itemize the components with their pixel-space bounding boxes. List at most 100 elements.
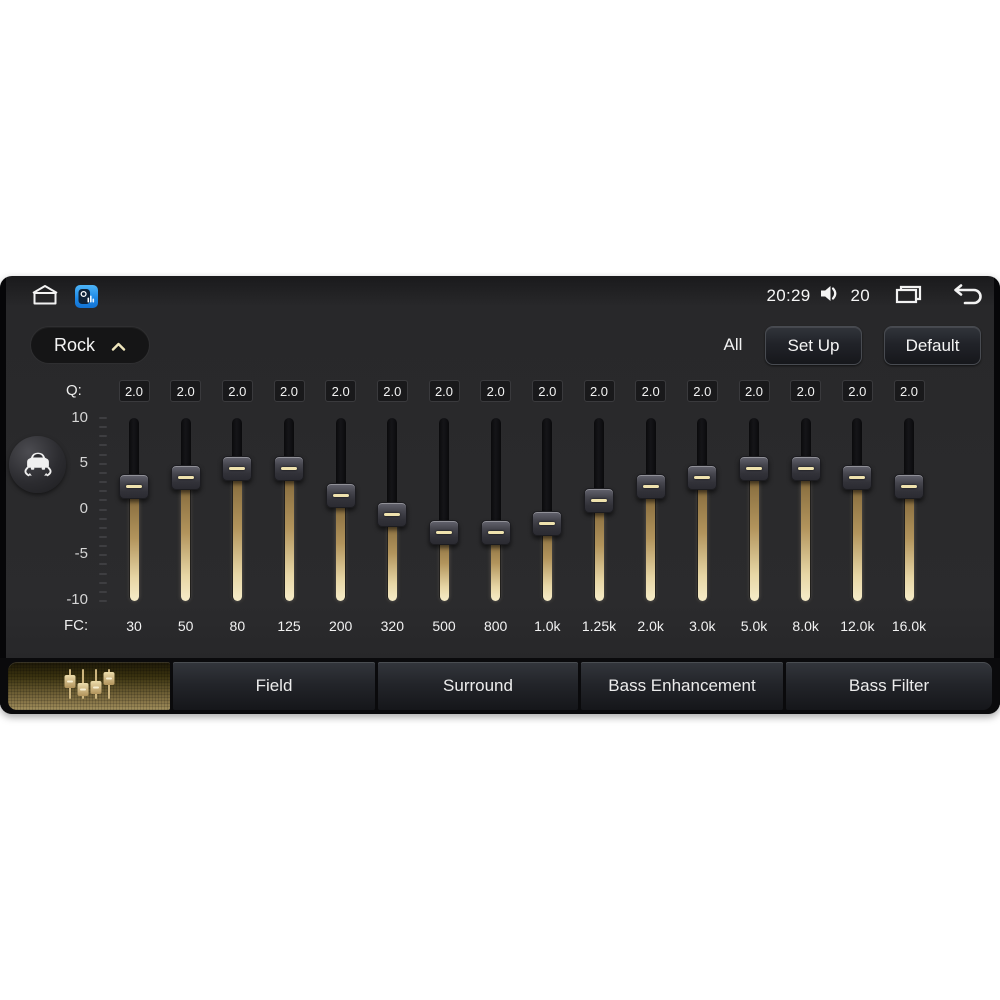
- slider-fill: [232, 468, 242, 601]
- home-icon: [28, 283, 62, 310]
- slider-handle-30[interactable]: [119, 474, 149, 500]
- band-slider-12.0k[interactable]: [832, 276, 882, 656]
- scale-tick: [99, 535, 107, 538]
- slider-handle-200[interactable]: [325, 483, 356, 509]
- scale-label-0: 0: [79, 500, 88, 517]
- freq-label-16.0k: 16.0k: [891, 618, 927, 634]
- slider-fill: [749, 468, 759, 601]
- scale-tick: [99, 471, 107, 474]
- slider-handle-800[interactable]: [480, 519, 511, 545]
- scale-tick: [99, 508, 107, 511]
- slider-handle-3.0k[interactable]: [687, 464, 718, 490]
- slider-grip: [642, 485, 659, 489]
- scale-tick: [99, 435, 107, 438]
- tab-bar: Field Surround Bass Enhancement Bass Filter: [0, 658, 1000, 714]
- scale-label-neg5: -5: [74, 545, 88, 562]
- band-slider-5.0k[interactable]: [729, 276, 779, 656]
- tab-field[interactable]: Field: [173, 662, 375, 710]
- scale-tick: [99, 600, 107, 602]
- scale-label-10: 10: [71, 409, 88, 426]
- slider-fill: [129, 486, 139, 601]
- head-unit-screen: 20:29 20 Rock All Set Up Default Q: 10 5…: [0, 276, 1000, 714]
- sound-position-car-button[interactable]: [9, 436, 66, 493]
- band-slider-50[interactable]: [161, 276, 211, 656]
- band-slider-30[interactable]: [109, 276, 159, 656]
- slider-fill: [387, 514, 397, 601]
- eq-app-button[interactable]: [75, 284, 98, 308]
- slider-grip: [539, 521, 556, 525]
- slider-grip: [436, 530, 452, 534]
- slider-handle-80[interactable]: [222, 455, 253, 481]
- tab-bass-filter[interactable]: Bass Filter: [786, 662, 992, 710]
- slider-handle-16.0k[interactable]: [894, 474, 924, 500]
- slider-grip: [901, 485, 917, 489]
- scale-label-neg10: -10: [66, 591, 88, 608]
- band-slider-320[interactable]: [367, 276, 417, 656]
- slider-fill: [594, 500, 604, 601]
- car-surround-icon: [19, 445, 57, 484]
- tab-bass-enhancement[interactable]: Bass Enhancement: [581, 662, 783, 710]
- scale-tick: [99, 444, 107, 447]
- slider-handle-1.0k[interactable]: [532, 510, 563, 536]
- slider-handle-2.0k[interactable]: [635, 474, 666, 500]
- slider-fill: [646, 486, 656, 601]
- scale-tick: [99, 554, 107, 557]
- preset-value: Rock: [53, 334, 95, 355]
- slider-handle-500[interactable]: [429, 519, 459, 545]
- band-slider-8.0k[interactable]: [781, 276, 831, 656]
- tab-label-bass-filter: Bass Filter: [848, 676, 930, 695]
- slider-grip: [332, 494, 349, 498]
- recent-apps-button[interactable]: [893, 284, 925, 309]
- band-slider-200[interactable]: [316, 276, 366, 656]
- tab-label-bass-enhancement: Bass Enhancement: [608, 676, 756, 695]
- scale-tick: [99, 490, 107, 493]
- bezel-left: [0, 276, 6, 714]
- scale-tick: [99, 499, 107, 502]
- slider-handle-50[interactable]: [170, 464, 201, 490]
- slider-fill: [697, 477, 707, 601]
- scale-tick: [99, 462, 107, 465]
- slider-handle-125[interactable]: [274, 455, 304, 481]
- band-slider-125[interactable]: [264, 276, 314, 656]
- tab-surround[interactable]: Surround: [378, 662, 578, 710]
- slider-handle-12.0k[interactable]: [842, 464, 873, 490]
- slider-grip: [849, 475, 866, 479]
- recent-apps-icon: [893, 284, 925, 309]
- slider-handle-5.0k[interactable]: [739, 455, 769, 481]
- tab-equalizer[interactable]: [8, 662, 170, 710]
- slider-grip: [591, 498, 607, 502]
- scale-tick: [99, 572, 107, 575]
- band-slider-500[interactable]: [419, 276, 469, 656]
- tab-label-surround: Surround: [443, 676, 513, 695]
- slider-grip: [229, 466, 246, 470]
- fc-label: FC:: [64, 617, 89, 634]
- scale-tick: [99, 545, 107, 548]
- slider-grip: [281, 466, 297, 470]
- clock: 20:29: [766, 286, 811, 305]
- back-button[interactable]: [950, 283, 984, 309]
- scale-tick: [99, 426, 107, 429]
- slider-handle-320[interactable]: [377, 501, 408, 527]
- band-slider-80[interactable]: [212, 276, 262, 656]
- equalizer-sliders-icon: [62, 666, 116, 707]
- band-slider-800[interactable]: [471, 276, 521, 656]
- scale-tick: [99, 526, 107, 529]
- slider-fill: [904, 486, 914, 601]
- slider-handle-1.25k[interactable]: [584, 487, 614, 513]
- band-slider-16.0k[interactable]: [884, 276, 934, 656]
- band-slider-3.0k[interactable]: [677, 276, 727, 656]
- slider-grip: [487, 530, 504, 534]
- band-slider-1.25k[interactable]: [574, 276, 624, 656]
- slider-fill: [336, 495, 346, 601]
- band-slider-2.0k[interactable]: [626, 276, 676, 656]
- scale-tick: [99, 590, 107, 593]
- q-label: Q:: [66, 382, 82, 399]
- slider-grip: [746, 466, 762, 470]
- slider-handle-8.0k[interactable]: [790, 455, 821, 481]
- slider-grip: [177, 475, 194, 479]
- tab-label-field: Field: [255, 676, 293, 695]
- slider-grip: [797, 466, 814, 470]
- band-slider-1.0k[interactable]: [522, 276, 572, 656]
- home-button[interactable]: [28, 283, 62, 310]
- scale-tick: [99, 517, 107, 520]
